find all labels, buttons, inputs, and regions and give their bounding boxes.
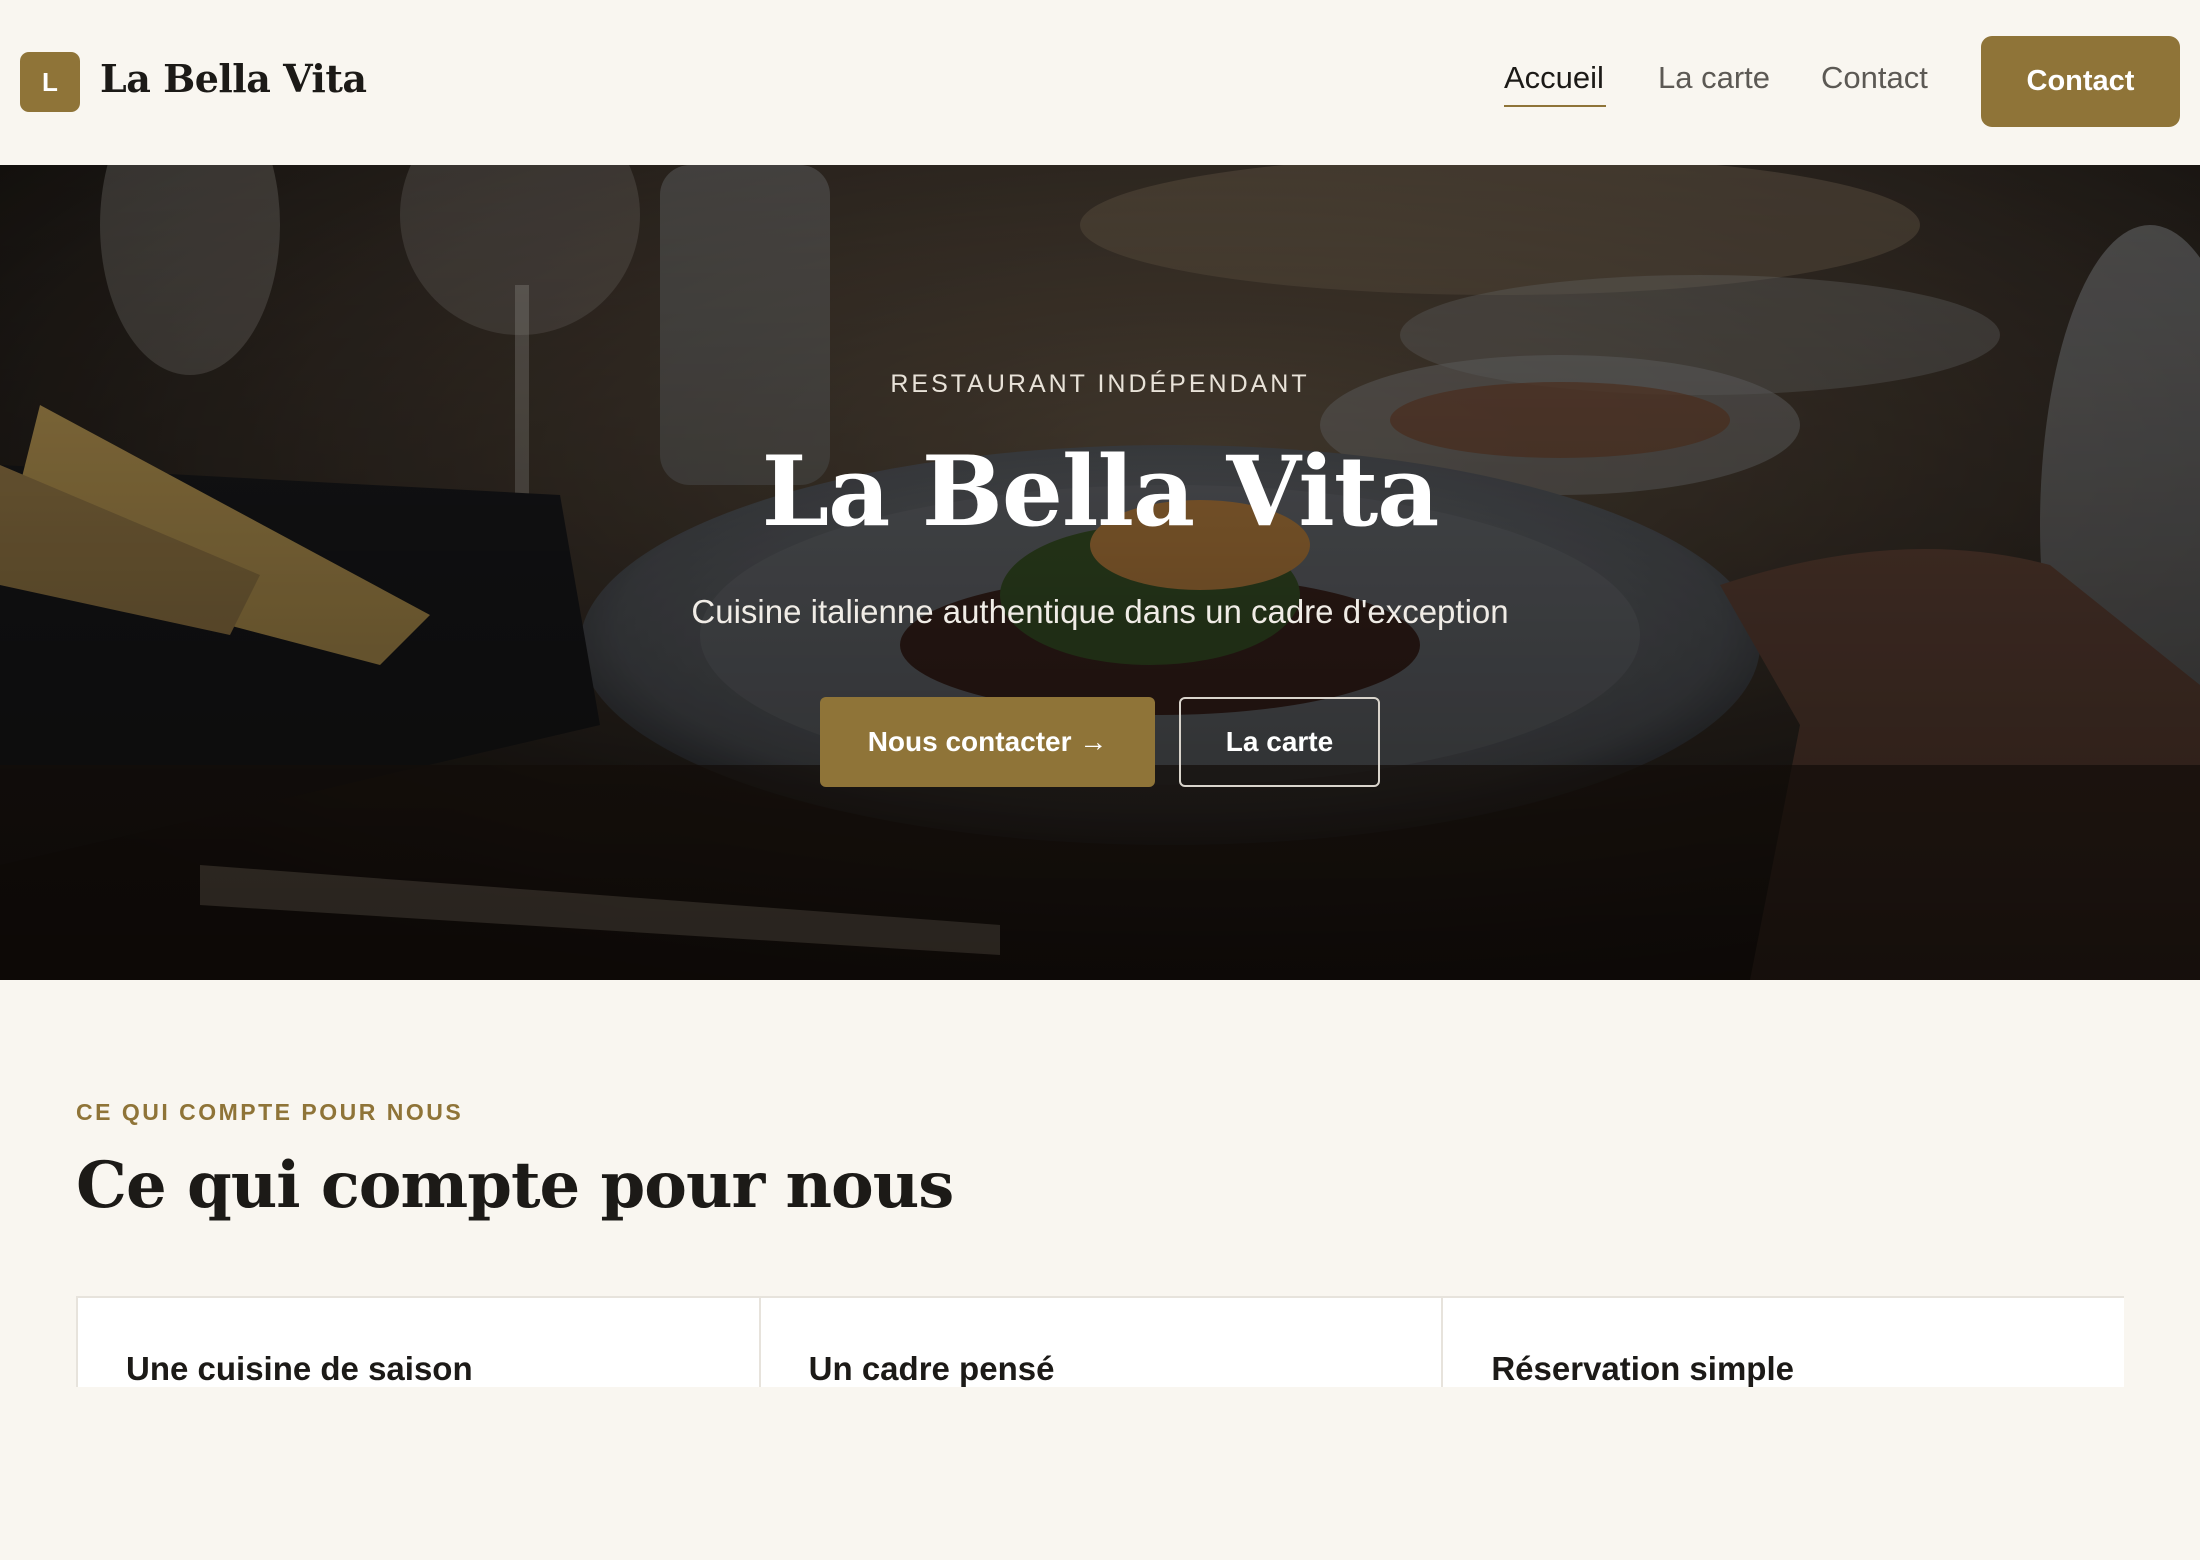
card-title: Un cadre pensé xyxy=(808,1350,1055,1387)
hero-title: La Bella Vita xyxy=(761,435,1440,548)
nav-link-la-carte[interactable]: La carte xyxy=(1658,60,1770,96)
header-contact-button[interactable]: Contact xyxy=(1981,36,2180,127)
card-title: Une cuisine de saison xyxy=(126,1350,473,1387)
nav-link-accueil[interactable]: Accueil xyxy=(1504,60,1604,96)
hero-section: RESTAURANT INDÉPENDANT La Bella Vita Cui… xyxy=(0,165,2200,980)
card-title: Réservation simple xyxy=(1491,1350,1794,1387)
site-header: L La Bella Vita Accueil La carte Contact… xyxy=(0,0,2200,165)
nav-link-contact[interactable]: Contact xyxy=(1821,60,1928,96)
contact-us-button[interactable]: Nous contacter → xyxy=(820,697,1155,787)
logo-badge[interactable]: L xyxy=(20,52,80,112)
value-cards: Une cuisine de saison Un cadre pensé Rés… xyxy=(76,1296,2124,1387)
logo-text[interactable]: La Bella Vita xyxy=(100,56,367,101)
hero-eyebrow: RESTAURANT INDÉPENDANT xyxy=(890,370,1310,398)
hero-subtitle: Cuisine italienne authentique dans un ca… xyxy=(691,593,1509,630)
section-title: Ce qui compte pour nous xyxy=(76,1148,954,1223)
value-card: Réservation simple xyxy=(1441,1296,2124,1387)
hero-background-photo xyxy=(0,165,2200,980)
value-card: Une cuisine de saison xyxy=(76,1296,761,1387)
value-card: Un cadre pensé xyxy=(758,1296,1444,1387)
section-eyebrow: CE QUI COMPTE POUR NOUS xyxy=(76,1099,464,1125)
menu-button[interactable]: La carte xyxy=(1179,697,1380,787)
nav-active-indicator xyxy=(1504,105,1606,107)
